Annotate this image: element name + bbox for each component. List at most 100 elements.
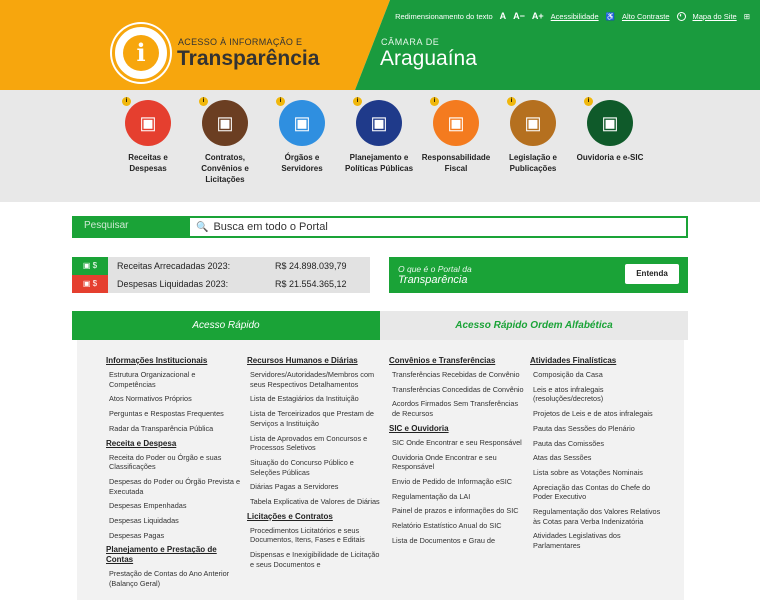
section-heading[interactable]: Recursos Humanos e Diárias	[247, 356, 382, 366]
quick-link[interactable]: Atividades Legislativas dos Parlamentare…	[533, 531, 665, 550]
section-heading[interactable]: Planejamento e Prestação de Contas	[106, 545, 241, 565]
info-badge-icon: i	[584, 97, 593, 106]
category-label: Ouvidoria e e-SIC	[576, 153, 644, 162]
section-heading[interactable]: Atividades Finalísticas	[530, 356, 665, 366]
category-label: Receitas e Despesas	[128, 153, 168, 173]
search-input[interactable]: 🔍 Busca em todo o Portal	[190, 218, 686, 236]
info-badge-icon: i	[430, 97, 439, 106]
money-in-icon: ▣ $	[72, 257, 108, 275]
quick-link[interactable]: Ouvidoria Onde Encontrar e seu Responsáv…	[392, 453, 524, 472]
scales-icon[interactable]: ▣ i	[507, 97, 556, 146]
logo-title[interactable]: Transparência	[177, 47, 319, 71]
quick-link[interactable]: Lista de Aprovados em Concursos e Proces…	[250, 434, 382, 453]
quick-link[interactable]: Transferências Concedidas de Convênio	[392, 385, 524, 395]
quick-link[interactable]: Painel de prazos e informações do SIC	[392, 506, 524, 516]
accessibility-toolbar: Redimensionamento do texto A A− A+ Acess…	[395, 11, 750, 21]
quick-link[interactable]: Despesas Pagas	[109, 531, 241, 541]
font-decrease-button[interactable]: A−	[513, 11, 525, 21]
section-heading[interactable]: Receita e Despesa	[106, 439, 241, 449]
link-column-4: Atividades Finalísticas Composição da Cas…	[530, 356, 665, 556]
category-label: Legislação e Publicações	[508, 153, 558, 173]
quick-link[interactable]: Dispensas e Inexigibilidade de Licitação…	[250, 550, 382, 569]
category-label: Contratos, Convênios e Licitações	[201, 153, 249, 184]
people-icon[interactable]: ▣ i	[276, 97, 325, 146]
quick-link[interactable]: Acordos Firmados Sem Transferências de R…	[392, 399, 524, 418]
category-label: Planejamento e Políticas Públicas	[344, 153, 414, 173]
quick-link[interactable]: Projetos de Leis e de atos infralegais	[533, 409, 665, 419]
quick-link[interactable]: SIC Onde Encontrar e seu Responsável	[392, 438, 524, 448]
quick-link[interactable]: Lista de Terceirizados que Prestam de Se…	[250, 409, 382, 428]
category-4[interactable]: ▣ i Planejamento e Políticas Públicas	[342, 97, 416, 174]
quick-link[interactable]: Estrutura Organizacional e Competências	[109, 370, 241, 389]
revenue-label: Receitas Arrecadadas 2023:	[117, 261, 231, 271]
category-2[interactable]: ▣ i Contratos, Convênios e Licitações	[188, 97, 262, 185]
receipt-icon[interactable]: ▣ i	[122, 97, 171, 146]
quick-link[interactable]: Lista sobre as Votações Nominais	[533, 468, 665, 478]
quick-link[interactable]: Despesas Liquidadas	[109, 516, 241, 526]
category-1[interactable]: ▣ i Receitas e Despesas	[111, 97, 185, 174]
quick-link[interactable]: Pauta das Comissões	[533, 439, 665, 449]
category-3[interactable]: ▣ i Órgãos e Servidores	[265, 97, 339, 174]
money-out-icon: ▣ $	[72, 275, 108, 293]
section-heading[interactable]: Convênios e Transferências	[389, 356, 524, 366]
tab-alphabetical[interactable]: Acesso Rápido Ordem Alfabética	[380, 311, 688, 340]
high-contrast-link[interactable]: Alto Contraste	[622, 12, 670, 21]
understand-button[interactable]: Entenda	[625, 264, 679, 284]
quick-link[interactable]: Apreciação das Contas do Chefe do Poder …	[533, 483, 665, 502]
quick-link[interactable]: Atos Normativos Próprios	[109, 394, 241, 404]
section-heading[interactable]: SIC e Ouvidoria	[389, 424, 524, 434]
handshake-icon[interactable]: ▣ i	[199, 97, 248, 146]
quick-link[interactable]: Regulamentação da LAI	[392, 492, 524, 502]
transparency-logo-icon[interactable]: i	[112, 24, 170, 82]
quick-link[interactable]: Perguntas e Respostas Frequentes	[109, 409, 241, 419]
planning-icon[interactable]: ▣ i	[353, 97, 402, 146]
chamber-subtitle: CÂMARA DE	[381, 37, 440, 47]
expense-row[interactable]: ▣ $ Despesas Liquidadas 2023: R$ 21.554.…	[72, 275, 370, 293]
quick-link[interactable]: Transferências Recebidas de Convênio	[392, 370, 524, 380]
text-resize-label: Redimensionamento do texto	[395, 11, 493, 21]
quick-link[interactable]: Radar da Transparência Pública	[109, 424, 241, 434]
revenue-row[interactable]: ▣ $ Receitas Arrecadadas 2023: R$ 24.898…	[72, 257, 370, 275]
wheelchair-icon: ♿	[605, 11, 615, 21]
quick-link[interactable]: Relatório Estatístico Anual do SIC	[392, 521, 524, 531]
quick-link[interactable]: Composição da Casa	[533, 370, 665, 380]
category-5[interactable]: ▣ i Responsabilidade Fiscal	[419, 97, 493, 174]
quick-link[interactable]: Leis e atos infralegais (resoluções/decr…	[533, 385, 665, 404]
quick-access-tabs: Acesso Rápido Acesso Rápido Ordem Alfabé…	[72, 311, 688, 340]
quick-access-panel: Informações Institucionais Estrutura Orga…	[77, 340, 684, 600]
tab-quick-access[interactable]: Acesso Rápido	[72, 311, 380, 340]
quick-link[interactable]: Lista de Estagiários da Instituição	[250, 394, 382, 404]
quick-link[interactable]: Receita do Poder ou Órgão e suas Classif…	[109, 453, 241, 472]
quick-link[interactable]: Lista de Documentos e Grau de	[392, 536, 524, 546]
category-6[interactable]: ▣ i Legislação e Publicações	[496, 97, 570, 174]
font-reset-button[interactable]: A	[500, 11, 507, 21]
quick-link[interactable]: Diárias Pagas a Servidores	[250, 482, 382, 492]
font-increase-button[interactable]: A+	[532, 11, 544, 21]
quick-link[interactable]: Regulamentação dos Valores Relativos às …	[533, 507, 665, 526]
quick-link[interactable]: Prestação de Contas do Ano Anterior (Bal…	[109, 569, 241, 588]
link-column-2: Recursos Humanos e Diárias Servidores/Aut…	[247, 356, 382, 575]
quick-link[interactable]: Atas das Sessões	[533, 453, 665, 463]
search-label: Pesquisar	[74, 218, 190, 236]
category-7[interactable]: ▣ i Ouvidoria e e-SIC	[573, 97, 647, 163]
quick-link[interactable]: Pauta das Sessões do Plenário	[533, 424, 665, 434]
accessibility-link[interactable]: Acessibilidade	[551, 12, 599, 21]
sitemap-icon: ⊞	[743, 11, 750, 21]
info-icon[interactable]: ▣ i	[584, 97, 633, 146]
quick-link[interactable]: Envio de Pedido de Informação eSIC	[392, 477, 524, 487]
quick-link[interactable]: Situação do Concurso Público e Seleções …	[250, 458, 382, 477]
section-heading[interactable]: Licitações e Contratos	[247, 512, 382, 522]
quick-link[interactable]: Servidores/Autoridades/Membros com seus …	[250, 370, 382, 389]
quick-link[interactable]: Despesas do Poder ou Órgão Prevista e Ex…	[109, 477, 241, 496]
contrast-icon: ◐	[676, 11, 686, 21]
quick-link[interactable]: Procedimentos Licitatórios e seus Docume…	[250, 526, 382, 545]
revenue-value: R$ 24.898.039,79	[275, 261, 347, 271]
quick-link[interactable]: Despesas Empenhadas	[109, 501, 241, 511]
quick-link[interactable]: Tabela Explicativa de Valores de Diárias	[250, 497, 382, 507]
promo-line2: Transparência	[398, 274, 468, 286]
expense-label: Despesas Liquidadas 2023:	[117, 279, 229, 289]
search-icon[interactable]: 🔍	[196, 222, 208, 233]
lrf-icon[interactable]: ▣ i	[430, 97, 479, 146]
section-heading[interactable]: Informações Institucionais	[106, 356, 241, 366]
sitemap-link[interactable]: Mapa do Site	[693, 12, 737, 21]
